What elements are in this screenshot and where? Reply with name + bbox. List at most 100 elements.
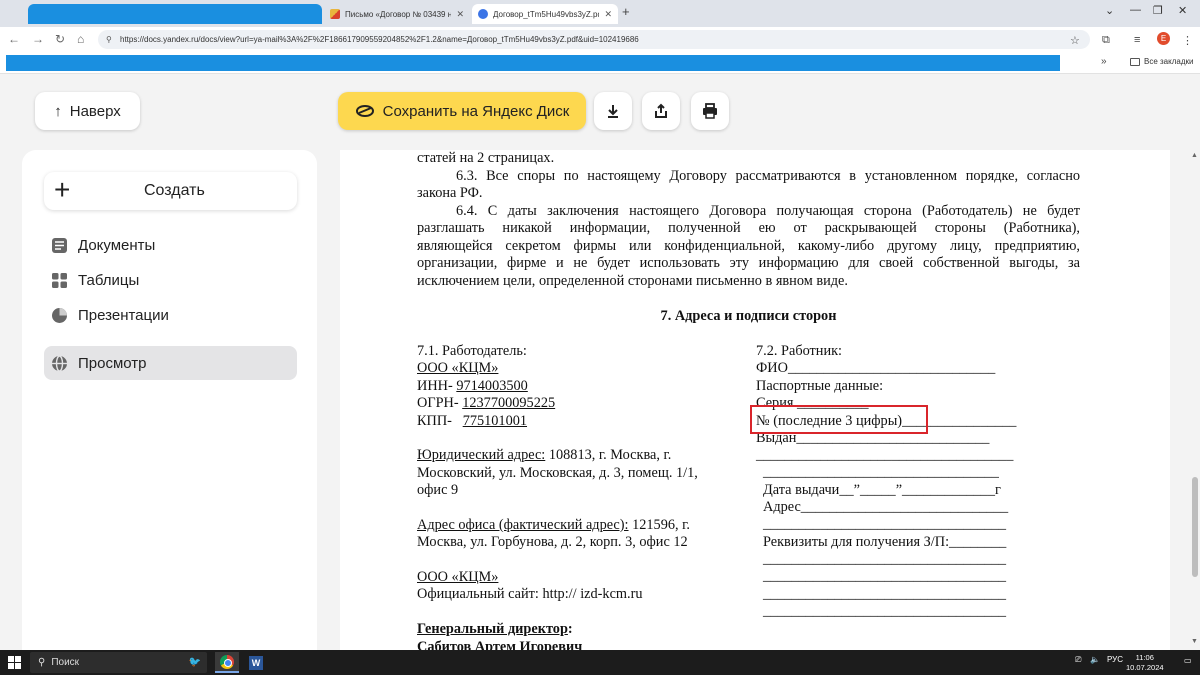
print-icon	[703, 103, 717, 119]
close-icon[interactable]: ✕	[456, 9, 464, 20]
employer-name-2: ООО «КЦМ»	[417, 569, 499, 585]
paragraph-line: организации, фирме и не будет использова…	[417, 255, 1080, 271]
sidebar-item-label: Просмотр	[78, 354, 147, 372]
home-icon[interactable]: ⌂	[77, 32, 84, 46]
document-viewer: ↑ Наверх Сохранить на Яндекс Диск + Созд…	[0, 74, 1200, 650]
search-icon: ⚲	[38, 657, 46, 668]
search-label: Поиск	[51, 657, 80, 668]
sidebar: + Создать Документы Таблицы Презентации …	[22, 150, 317, 650]
download-icon	[608, 105, 618, 118]
employer-ogrn: ОГРН- 1237700095225	[417, 395, 555, 412]
scroll-down-arrow-icon[interactable]: ▼	[1191, 638, 1198, 645]
tab-placeholder[interactable]	[28, 4, 322, 24]
paragraph-line: являющейся секретом фирмы или конфиденци…	[417, 238, 1080, 254]
document-icon	[52, 237, 67, 253]
director-name: Сабитов Артем Игоревич	[417, 639, 583, 650]
chrome-icon	[220, 654, 234, 669]
bookmark-strip[interactable]	[6, 55, 1060, 71]
chevron-down-icon[interactable]: ⌄	[1105, 4, 1114, 17]
sidebar-item-presentations[interactable]: Презентации	[44, 298, 297, 332]
url-field[interactable]: ⚲ https://docs.yandex.ru/docs/view?url=y…	[98, 30, 1090, 49]
site-info-icon[interactable]: ⚲	[106, 35, 112, 44]
star-icon[interactable]: ☆	[1070, 34, 1080, 47]
legal-address-line: офис 9	[417, 482, 459, 498]
minimize-button[interactable]: —	[1130, 4, 1141, 16]
all-bookmarks[interactable]: Все закладки	[1130, 57, 1193, 66]
inn-value: 9714003500	[456, 378, 528, 394]
share-button[interactable]	[642, 92, 680, 130]
legal-address: Юридический адрес: 108813, г. Москва, г.	[417, 447, 671, 464]
word-icon: W	[249, 655, 263, 670]
clock[interactable]: 11:06 10.07.2024	[1126, 653, 1164, 673]
sidebar-item-tables[interactable]: Таблицы	[44, 263, 297, 297]
employee-issue-date: Дата выдачи__”_____”_____________г	[763, 482, 1001, 498]
sidebar-item-view[interactable]: Просмотр	[44, 346, 297, 380]
employer-kpp: КПП- 775101001	[417, 413, 527, 430]
print-button[interactable]	[691, 92, 729, 130]
blank-line: ____________________________________	[756, 447, 1014, 463]
section-title: 7. Адреса и подписи сторон	[660, 308, 837, 324]
menu-icon[interactable]: ⋮	[1182, 34, 1193, 47]
chrome-app[interactable]	[215, 652, 239, 673]
office-address-value: 121596, г.	[632, 517, 690, 533]
maximize-button[interactable]: ❐	[1153, 4, 1163, 17]
tab-title: Договор_tTm5Hu49vbs3yZ.pdf	[493, 9, 600, 19]
back-icon[interactable]: ←	[8, 32, 20, 46]
close-icon[interactable]: ✕	[604, 9, 612, 20]
director-title-text: Генеральный директор	[417, 621, 568, 637]
scrollbar-thumb[interactable]	[1192, 477, 1198, 577]
sidebar-item-label: Презентации	[78, 306, 169, 324]
blank-line: __________________________________	[763, 586, 1007, 602]
employee-address: Адрес_____________________________	[763, 499, 1009, 515]
tab-title: Письмо «Договор № 03439 н	[345, 9, 452, 19]
folder-icon	[1130, 57, 1140, 66]
paragraph-line: 6.4. С даты заключения настоящего Догово…	[456, 203, 1080, 219]
taskbar-search[interactable]: ⚲ Поиск 🐦	[30, 652, 207, 673]
forward-icon[interactable]: →	[32, 32, 44, 46]
blank-line: __________________________________	[763, 516, 1007, 532]
new-tab-button[interactable]: +	[622, 4, 630, 19]
employer-inn: ИНН- 9714003500	[417, 378, 528, 395]
office-address-line: Москва, ул. Горбунова, д. 2, корп. 3, оф…	[417, 534, 688, 550]
tab-mail[interactable]: Письмо «Договор № 03439 н ✕	[324, 4, 470, 24]
sidebar-item-label: Документы	[78, 236, 156, 254]
ogrn-label: ОГРН-	[417, 395, 459, 411]
language-indicator[interactable]: РУС	[1107, 655, 1123, 664]
profile-avatar[interactable]: Е	[1157, 32, 1170, 45]
taskbar: ⚲ Поиск 🐦 W ⎚ 🔈 РУС 11:06 10.07.2024 ▭	[0, 650, 1200, 675]
chevron-right-icon[interactable]: »	[1101, 56, 1107, 67]
volume-icon[interactable]: 🔈	[1090, 655, 1100, 664]
extensions-icon[interactable]: ⧉	[1102, 34, 1110, 47]
employee-requisites: Реквизиты для получения З/П:________	[763, 534, 1007, 550]
windows-start-icon[interactable]	[8, 656, 21, 669]
kpp-value: 775101001	[462, 413, 528, 429]
employee-heading: 7.2. Работник:	[756, 343, 843, 359]
notification-icon[interactable]: ▭	[1184, 656, 1192, 665]
sidebar-item-documents[interactable]: Документы	[44, 228, 297, 262]
create-button[interactable]: + Создать	[44, 172, 297, 210]
download-button[interactable]	[594, 92, 632, 130]
bookmarks-bar: » Все закладки	[0, 52, 1200, 74]
scrollbar[interactable]: ▲ ▼	[1190, 150, 1200, 650]
presentation-icon	[52, 307, 67, 323]
blank-line: __________________________________	[763, 551, 1007, 567]
scroll-up-label: Наверх	[69, 102, 121, 120]
scroll-up-arrow-icon[interactable]: ▲	[1191, 152, 1198, 159]
blank-line: _________________________________	[763, 464, 999, 480]
save-to-disk-button[interactable]: Сохранить на Яндекс Диск	[338, 92, 586, 130]
paragraph-line: разглашать никакой информации, полученно…	[417, 220, 1080, 236]
network-icon[interactable]: ⎚	[1075, 655, 1081, 665]
close-window-button[interactable]: ✕	[1178, 4, 1187, 17]
media-icon[interactable]: ≡	[1134, 34, 1140, 46]
kpp-label: КПП-	[417, 413, 452, 429]
docs-icon	[478, 9, 488, 19]
reload-icon[interactable]: ↻	[55, 32, 65, 46]
url-text: https://docs.yandex.ru/docs/view?url=ya-…	[120, 35, 639, 44]
office-address-label: Адрес офиса (фактический адрес):	[417, 517, 629, 533]
highlight-box	[750, 405, 928, 434]
plus-icon: +	[54, 174, 71, 205]
scroll-up-button[interactable]: ↑ Наверх	[35, 92, 140, 130]
word-app[interactable]: W	[244, 652, 268, 673]
legal-address-label: Юридический адрес:	[417, 447, 546, 463]
tab-document[interactable]: Договор_tTm5Hu49vbs3yZ.pdf ✕	[472, 4, 618, 24]
